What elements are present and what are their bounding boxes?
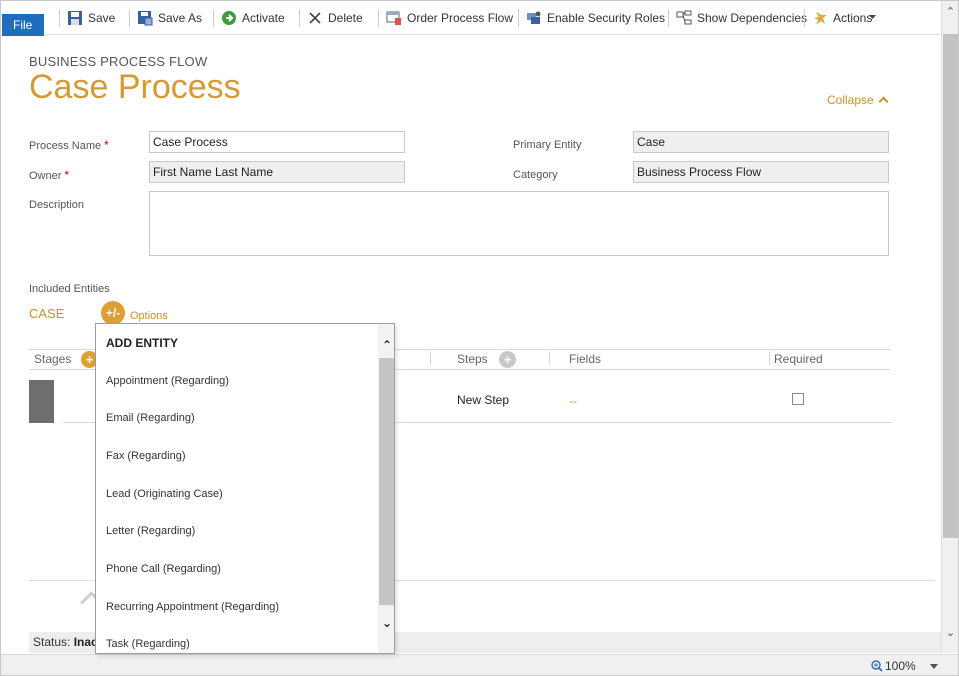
status-label: Status: — [33, 635, 71, 649]
description-label: Description — [29, 199, 85, 211]
actions-icon — [814, 12, 827, 25]
zoom-icon — [871, 660, 883, 672]
primary-entity-field: Case — [633, 131, 889, 153]
owner-label: Owner * — [29, 168, 69, 182]
enable-security-roles-label: Enable Security Roles — [547, 11, 666, 25]
scroll-down-icon[interactable]: ⌄ — [944, 627, 957, 639]
toolbar-separator — [518, 9, 519, 27]
delete-button[interactable]: Delete — [307, 9, 367, 27]
process-name-label-text: Process Name — [29, 140, 102, 152]
primary-entity-label: Primary Entity — [513, 139, 582, 151]
description-textarea[interactable] — [149, 191, 889, 256]
bottom-bar: 100% — [1, 654, 958, 675]
zoom-level: 100% — [885, 659, 916, 673]
scroll-up-icon[interactable]: ⌃ — [944, 6, 957, 18]
zoom-control[interactable]: 100% — [871, 659, 916, 673]
toolbar-separator — [299, 9, 300, 27]
enable-security-roles-button[interactable]: Enable Security Roles — [526, 9, 665, 27]
save-label: Save — [88, 11, 116, 25]
save-as-button[interactable]: Save As — [137, 9, 207, 27]
stages-header: Stages — [34, 352, 72, 366]
toolbar-separator — [378, 9, 379, 27]
toolbar-separator — [213, 9, 214, 27]
chevron-up-icon — [878, 96, 889, 107]
scrollbar-thumb[interactable] — [943, 34, 958, 538]
options-label[interactable]: Options — [130, 310, 168, 322]
save-as-label: Save As — [158, 11, 203, 25]
column-separator — [430, 351, 431, 365]
step-name-cell[interactable]: New Step — [457, 393, 509, 407]
toolbar-separator — [804, 9, 805, 27]
toolbar-separator — [59, 9, 60, 27]
dropdown-item-appointment[interactable]: Appointment (Regarding) — [106, 375, 229, 387]
save-icon — [68, 11, 82, 25]
required-marker: * — [64, 168, 70, 182]
included-entities-label: Included Entities — [29, 283, 110, 295]
delete-icon — [309, 12, 321, 24]
activate-icon — [222, 11, 236, 25]
column-separator — [549, 351, 550, 365]
dropdown-item-fax[interactable]: Fax (Regarding) — [106, 450, 185, 462]
process-name-field[interactable]: Case Process — [149, 131, 405, 153]
column-separator — [769, 351, 770, 365]
record-type-label: BUSINESS PROCESS FLOW — [29, 54, 208, 69]
security-roles-icon — [527, 11, 541, 24]
delete-label: Delete — [328, 11, 363, 25]
category-field: Business Process Flow — [633, 161, 889, 183]
file-button[interactable]: File — [2, 14, 44, 36]
show-dependencies-label: Show Dependencies — [697, 11, 808, 25]
actions-label: Actions — [833, 11, 873, 25]
owner-label-text: Owner — [29, 170, 62, 182]
save-button[interactable]: Save — [67, 9, 127, 27]
chevron-down-icon — [869, 15, 876, 19]
dropdown-item-email[interactable]: Email (Regarding) — [106, 412, 195, 424]
dropdown-scroll-up-icon[interactable]: ⌃ — [381, 338, 393, 352]
required-marker: * — [104, 138, 109, 152]
collapse-button[interactable]: Collapse — [827, 93, 889, 107]
dropdown-scrollbar-thumb[interactable] — [379, 358, 394, 605]
toolbar-separator — [129, 9, 130, 27]
save-as-icon — [138, 11, 153, 26]
dropdown-item-phone-call[interactable]: Phone Call (Regarding) — [106, 563, 221, 575]
dropdown-item-letter[interactable]: Letter (Regarding) — [106, 525, 195, 537]
show-dependencies-button[interactable]: Show Dependencies — [676, 9, 807, 27]
required-checkbox[interactable] — [792, 393, 804, 405]
dropdown-scrollbar[interactable]: ⌃ ⌄ — [378, 324, 394, 653]
order-process-flow-button[interactable]: Order Process Flow — [386, 9, 514, 27]
entity-options-button[interactable]: +/- — [101, 301, 125, 325]
collapse-label: Collapse — [827, 93, 874, 107]
activate-label: Activate — [242, 11, 285, 25]
field-cell[interactable]: -- — [569, 394, 577, 408]
category-label: Category — [513, 169, 558, 181]
owner-field[interactable]: First Name Last Name — [149, 161, 405, 183]
show-dependencies-icon — [676, 10, 692, 25]
command-ribbon: File Save Save As Activate Delete Order … — [1, 1, 941, 36]
zoom-dropdown-icon[interactable] — [930, 664, 938, 669]
order-process-flow-label: Order Process Flow — [407, 11, 514, 25]
add-entity-title: ADD ENTITY — [106, 336, 178, 350]
dropdown-scroll-down-icon[interactable]: ⌄ — [381, 616, 393, 630]
required-header: Required — [774, 352, 823, 366]
page-title: Case Process — [29, 68, 241, 106]
entity-case-label: CASE — [29, 306, 65, 321]
add-entity-dropdown[interactable]: ADD ENTITY Appointment (Regarding) Email… — [95, 323, 395, 654]
dropdown-item-recurring-appointment[interactable]: Recurring Appointment (Regarding) — [106, 601, 279, 613]
vertical-scrollbar[interactable]: ⌃ ⌄ — [941, 1, 958, 653]
dropdown-item-task[interactable]: Task (Regarding) — [106, 638, 190, 650]
activate-button[interactable]: Activate — [221, 9, 291, 27]
fields-header: Fields — [569, 352, 602, 366]
order-process-flow-icon — [386, 11, 401, 25]
actions-menu-button[interactable]: Actions — [812, 9, 882, 27]
steps-header: Steps — [457, 352, 488, 366]
toolbar-separator — [668, 9, 669, 27]
add-step-button[interactable]: + — [499, 351, 516, 368]
process-name-label: Process Name * — [29, 138, 109, 152]
dropdown-item-lead[interactable]: Lead (Originating Case) — [106, 488, 223, 500]
stage-color-block[interactable] — [29, 380, 54, 423]
